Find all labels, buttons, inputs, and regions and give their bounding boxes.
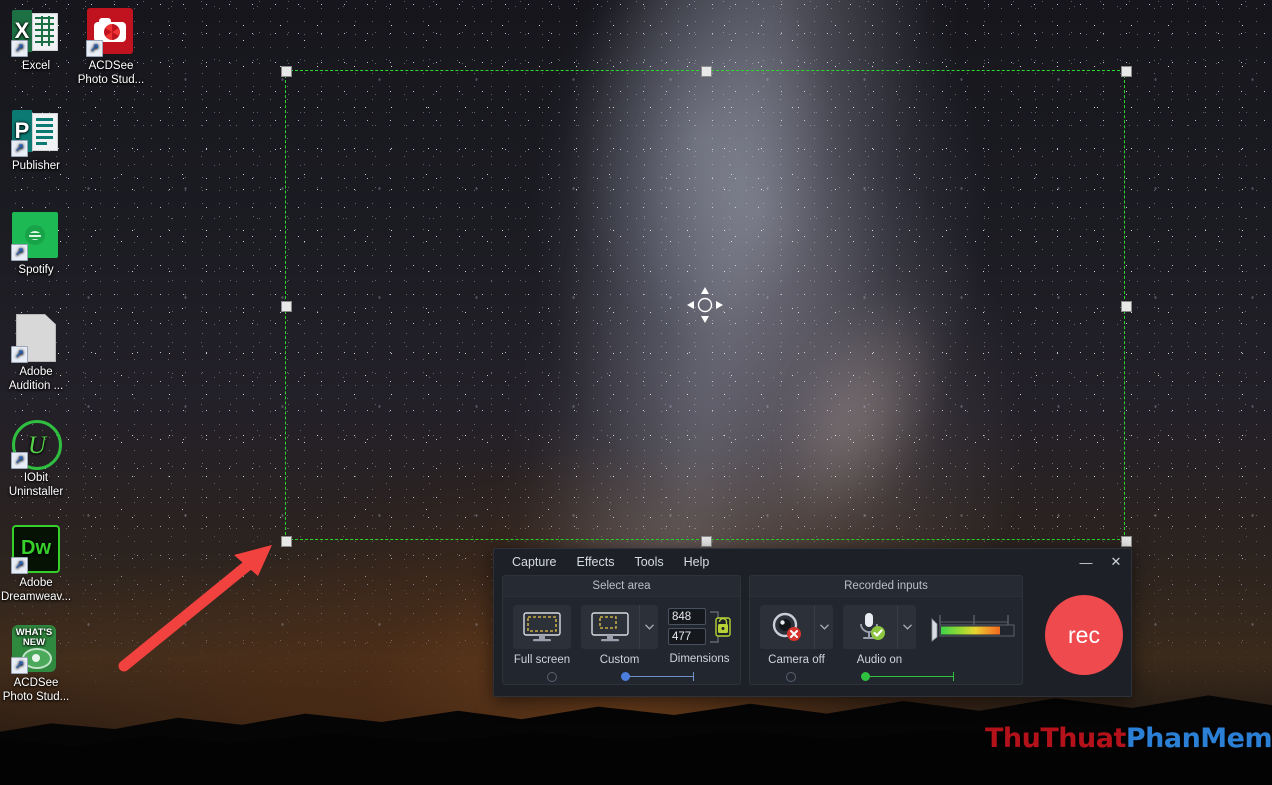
desktop-icon-publisher[interactable]: P Publisher [0,108,84,174]
desktop-icon-adobe-dreamweaver[interactable]: Dw Adobe Dreamweav... [0,525,84,604]
camera-label: Camera off [768,654,825,666]
audio-slider-end-tick [953,672,954,681]
minimize-button[interactable]: — [1071,549,1101,575]
audio-control[interactable]: Audio on [843,605,916,666]
dimensions-control[interactable]: 848 477 Dimensions [668,605,731,665]
microphone-on-icon [860,613,885,640]
recorder-title-bar[interactable]: Capture Effects Tools Help — ✕ [494,549,1131,575]
shortcut-overlay-icon [11,346,28,363]
select-area-group: Select area Full screen Custom 848 477 D… [502,575,741,685]
desktop-icon-label: ACDSee Photo Stud... [77,60,145,86]
dreamweaver-icon: Dw [11,525,60,574]
close-button[interactable]: ✕ [1101,549,1131,575]
menu-tools[interactable]: Tools [624,551,673,573]
custom-area-label: Custom [599,654,640,666]
menu-effects[interactable]: Effects [566,551,624,573]
custom-area-dropdown-caret[interactable] [639,605,658,649]
iobit-letter: U [27,431,47,459]
recorded-inputs-slider-track[interactable] [750,670,1022,684]
recorder-menu-bar[interactable]: Capture Effects Tools Help [502,551,719,573]
publisher-icon: P [11,108,60,157]
full-screen-button[interactable] [513,605,571,649]
desktop-icon-label: Spotify [18,264,54,276]
shortcut-overlay-icon [11,40,28,57]
desktop-icon-acdsee-photo-studio[interactable]: ACDSee Photo Stud... [63,8,159,87]
shortcut-overlay-icon [11,657,28,674]
desktop-icon-label: Publisher [12,160,60,172]
camera-toggle-button[interactable] [760,605,833,649]
monitor-fullscreen-icon [523,612,561,642]
camera-control[interactable]: Camera off [760,605,833,666]
camera-dropdown-caret[interactable] [814,605,833,649]
watermark-part-1: ThuThuat [985,723,1126,754]
audio-dropdown-caret[interactable] [897,605,916,649]
height-input[interactable]: 477 [668,628,706,645]
excel-icon: X [11,8,60,57]
lock-icon [710,610,731,643]
desktop-icon-label: ACDSee Photo Stud... [2,677,70,703]
desktop-icon-label: IObit Uninstaller [8,472,64,498]
desktop-icon-acdsee-whats-new[interactable]: WHAT'S NEW ACDSee Photo Stud... [0,625,84,704]
recorded-inputs-title: Recorded inputs [750,576,1022,597]
blank-document-icon [11,314,60,363]
shortcut-overlay-icon [11,140,28,157]
camtasia-recorder-window[interactable]: Capture Effects Tools Help — ✕ Select ar… [493,548,1132,697]
audio-slider-fill [869,676,953,677]
menu-capture[interactable]: Capture [502,551,566,573]
dimensions-label: Dimensions [669,653,730,665]
shortcut-overlay-icon [86,40,103,57]
custom-area-button[interactable] [581,605,658,649]
chevron-down-icon [819,624,829,630]
audio-slider-left-marker[interactable] [786,672,796,682]
aspect-lock-toggle[interactable] [709,608,731,645]
select-area-slider-fill [629,676,693,677]
width-input[interactable]: 848 [668,608,706,625]
select-area-title: Select area [503,576,740,597]
audio-label: Audio on [856,654,903,666]
desktop-icon-label: Adobe Dreamweav... [0,577,72,603]
custom-area-control[interactable]: Custom [581,605,658,666]
spotify-icon [11,212,60,261]
watermark: ThuThuatPhanMem.vn [985,723,1272,754]
slider-left-marker[interactable] [547,672,557,682]
whatsnew-line2: NEW [22,637,46,648]
full-screen-control[interactable]: Full screen [513,605,571,666]
desktop-icon-spotify[interactable]: Spotify [0,212,84,278]
iobit-u-icon: U [11,420,62,470]
chevron-down-icon [902,624,912,630]
desktop-icon-iobit-uninstaller[interactable]: U IObit Uninstaller [0,420,84,499]
window-controls[interactable]: — ✕ [1071,549,1131,575]
monitor-custom-icon [591,612,629,642]
audio-toggle-button[interactable] [843,605,916,649]
desktop-icon-label: Adobe Audition ... [8,366,64,392]
audio-level-meter-icon [931,615,1015,642]
acdsee-whatsnew-icon: WHAT'S NEW [11,625,60,674]
acdsee-camera-icon [86,8,135,57]
select-area-slider-end-tick [693,672,694,681]
desktop-icon-adobe-audition[interactable]: Adobe Audition ... [0,314,84,393]
shortcut-overlay-icon [11,244,28,261]
shortcut-overlay-icon [11,452,28,469]
recorded-inputs-group: Recorded inputs Camera off Audio on [749,575,1023,685]
camera-off-icon [772,612,801,641]
watermark-part-2: PhanMem [1125,723,1272,754]
select-area-slider-track[interactable] [503,670,740,684]
menu-help[interactable]: Help [674,551,720,573]
shortcut-overlay-icon [11,557,28,574]
audio-level-meter[interactable] [926,611,1024,647]
record-button[interactable]: rec [1045,595,1123,675]
full-screen-label: Full screen [513,654,571,666]
chevron-down-icon [644,624,654,630]
